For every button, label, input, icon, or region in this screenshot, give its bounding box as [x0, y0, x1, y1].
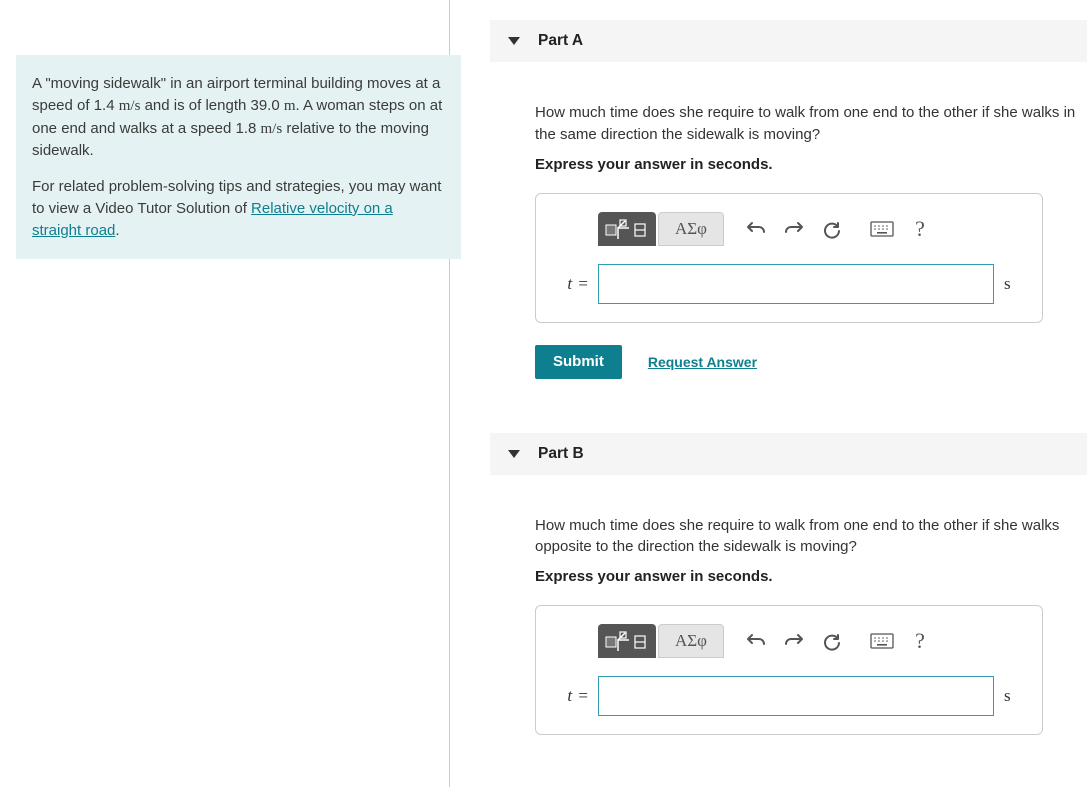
undo-button[interactable] [738, 212, 774, 246]
unit-label: s [1004, 274, 1024, 294]
part-b: Part B How much time does she require to… [490, 433, 1087, 768]
answer-row: t = s [550, 264, 1024, 304]
help-button[interactable]: ? [902, 212, 938, 246]
undo-icon [746, 219, 766, 239]
part-a: Part A How much time does she require to… [490, 20, 1087, 399]
undo-button[interactable] [738, 624, 774, 658]
part-a-instruction: Express your answer in seconds. [535, 156, 1087, 173]
keyboard-button[interactable] [864, 624, 900, 658]
reset-icon [822, 219, 842, 239]
request-answer-link[interactable]: Request Answer [648, 354, 757, 370]
part-b-body: How much time does she require to walk f… [490, 475, 1087, 768]
equals-sign: = [578, 686, 588, 705]
equation-toolbar: ΑΣφ [598, 624, 1024, 658]
help-button[interactable]: ? [902, 624, 938, 658]
problem-paragraph-1: A "moving sidewalk" in an airport termin… [32, 73, 443, 162]
answer-row: t = s [550, 676, 1024, 716]
equation-toolbar: ΑΣφ [598, 212, 1024, 246]
redo-button[interactable] [776, 624, 812, 658]
undo-icon [746, 631, 766, 651]
part-a-answer-input[interactable] [598, 264, 994, 304]
template-icon [605, 630, 649, 652]
part-a-actions: Submit Request Answer [535, 345, 1087, 379]
part-b-answer-box: ΑΣφ [535, 605, 1043, 735]
text-fragment: and is of length 39.0 [140, 97, 283, 114]
variable-label: t = [550, 274, 588, 294]
problem-sidebar: A "moving sidewalk" in an airport termin… [0, 0, 450, 787]
part-a-question: How much time does she require to walk f… [535, 102, 1087, 146]
unit-label: s [1004, 686, 1024, 706]
reset-button[interactable] [814, 212, 850, 246]
chevron-down-icon [508, 37, 520, 45]
part-a-header[interactable]: Part A [490, 20, 1087, 62]
answer-area: Part A How much time does she require to… [450, 0, 1087, 787]
help-icon: ? [915, 628, 925, 654]
unit-ms: m/s [119, 98, 141, 114]
keyboard-button[interactable] [864, 212, 900, 246]
part-a-title: Part A [538, 32, 583, 50]
problem-statement-box: A "moving sidewalk" in an airport termin… [16, 55, 461, 259]
template-icon [605, 218, 649, 240]
problem-paragraph-2: For related problem-solving tips and str… [32, 176, 443, 241]
reset-button[interactable] [814, 624, 850, 658]
text-fragment: . [115, 222, 119, 239]
submit-button[interactable]: Submit [535, 345, 622, 379]
chevron-down-icon [508, 450, 520, 458]
variable-label: t = [550, 686, 588, 706]
reset-icon [822, 631, 842, 651]
keyboard-icon [870, 633, 894, 649]
part-b-title: Part B [538, 445, 584, 463]
symbols-label: ΑΣφ [675, 219, 707, 239]
redo-icon [784, 219, 804, 239]
equals-sign: = [578, 274, 588, 293]
part-b-header[interactable]: Part B [490, 433, 1087, 475]
help-icon: ? [915, 216, 925, 242]
part-a-answer-box: ΑΣφ [535, 193, 1043, 323]
part-b-instruction: Express your answer in seconds. [535, 568, 1087, 585]
templates-tab[interactable] [598, 212, 656, 246]
part-b-answer-input[interactable] [598, 676, 994, 716]
symbols-tab[interactable]: ΑΣφ [658, 212, 724, 246]
part-a-body: How much time does she require to walk f… [490, 62, 1087, 399]
templates-tab[interactable] [598, 624, 656, 658]
unit-ms: m/s [261, 121, 283, 137]
variable-name: t [567, 274, 572, 293]
symbols-tab[interactable]: ΑΣφ [658, 624, 724, 658]
symbols-label: ΑΣφ [675, 631, 707, 651]
unit-m: m [284, 98, 296, 114]
variable-name: t [567, 686, 572, 705]
redo-button[interactable] [776, 212, 812, 246]
part-b-question: How much time does she require to walk f… [535, 515, 1087, 559]
redo-icon [784, 631, 804, 651]
keyboard-icon [870, 221, 894, 237]
